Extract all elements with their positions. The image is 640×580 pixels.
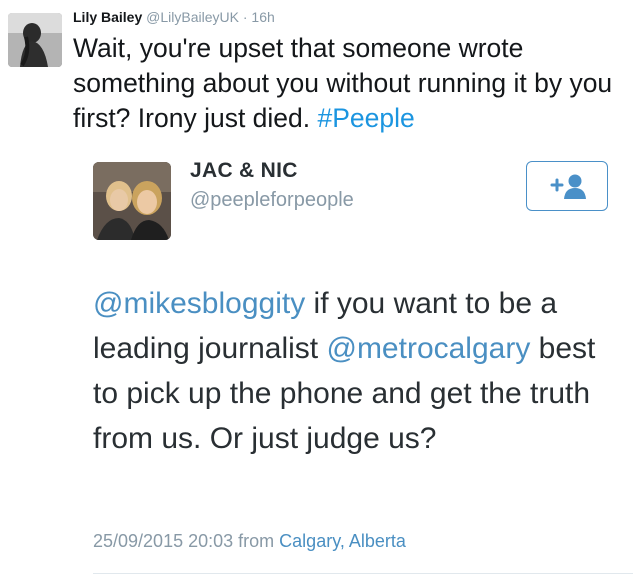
follow-button[interactable] [526,161,608,211]
divider [93,573,633,574]
embedded-author-avatar[interactable] [93,162,171,240]
timestamp[interactable]: 25/09/2015 20:03 [93,531,233,551]
author-handle[interactable]: @LilyBaileyUK [146,9,239,25]
embedded-tweet[interactable]: JAC & NIC @peepleforpeople @mikesbloggit… [77,147,633,580]
embedded-tweet-text: @mikesbloggity if you want to be a leadi… [93,281,623,461]
add-user-icon [550,174,586,199]
from-label: from [238,531,275,551]
tweet-header: Lily Bailey @LilyBaileyUK · 16h [73,8,275,26]
author-avatar[interactable] [8,13,62,67]
location-link[interactable]: Calgary, Alberta [279,531,406,551]
mention-link[interactable]: @metrocalgary [326,332,530,365]
hashtag-link[interactable]: #Peeple [318,103,415,133]
tweet-text: Wait, you're upset that someone wrote so… [73,31,633,136]
author-name[interactable]: Lily Bailey [73,9,142,25]
embedded-tweet-meta: 25/09/2015 20:03 from Calgary, Alberta [93,531,406,552]
mention-link[interactable]: @mikesbloggity [93,287,305,320]
tweet-time[interactable]: 16h [251,9,274,25]
embedded-author-name[interactable]: JAC & NIC [190,159,298,183]
separator: · [242,9,248,25]
embedded-author-handle[interactable]: @peepleforpeople [190,189,354,212]
